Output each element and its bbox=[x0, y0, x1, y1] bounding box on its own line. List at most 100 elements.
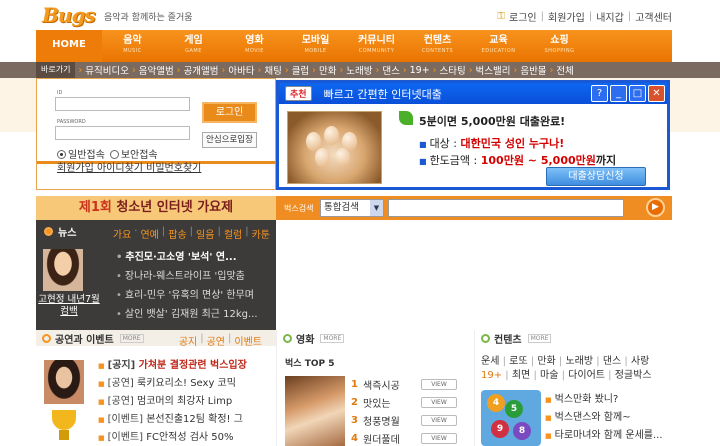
nav-game[interactable]: 게임 GAME bbox=[163, 30, 224, 62]
more-button[interactable]: MORE bbox=[527, 333, 552, 343]
news-item[interactable]: • 장나라-웨스트라이프 '입맞춤 bbox=[116, 267, 276, 286]
performance-thumbnail[interactable] bbox=[44, 360, 84, 404]
customer-center-link[interactable]: 고객센터 bbox=[635, 9, 672, 24]
search-input[interactable] bbox=[388, 199, 624, 217]
quick-link[interactable]: 음반몰 bbox=[520, 63, 546, 77]
news-thumbnail[interactable] bbox=[43, 249, 83, 291]
loan-ad-window[interactable]: 추천 빠르고 간편한 인터넷대출 ? _ □ ✕ 5분이면 5,000만원 대출… bbox=[276, 80, 670, 190]
separator: | bbox=[505, 370, 509, 381]
quick-link[interactable]: 만화 bbox=[319, 63, 336, 77]
list-item[interactable]: 1 색즉시공 VIEW bbox=[351, 375, 471, 393]
nav-movie[interactable]: 영화 MOVIE bbox=[224, 30, 285, 62]
contents-link[interactable]: 운세 bbox=[481, 356, 499, 367]
signup-link[interactable]: 회원가입 bbox=[548, 9, 585, 24]
quick-link[interactable]: 음악앨범 bbox=[139, 63, 174, 77]
list-item[interactable]: 2 맛있는 VIEW bbox=[351, 393, 471, 411]
quick-link[interactable]: 스타팅 bbox=[440, 63, 466, 77]
password-input[interactable] bbox=[55, 126, 190, 140]
help-icon[interactable]: ? bbox=[591, 85, 608, 102]
quick-link[interactable]: 전체 bbox=[556, 63, 573, 77]
news-item[interactable]: • 효리-민우 '유혹의 면상' 한무며 bbox=[116, 286, 276, 305]
news-tab[interactable]: 연예 bbox=[140, 226, 158, 241]
radio-normal[interactable]: 일반접속 bbox=[57, 146, 105, 161]
loan-apply-button[interactable]: 대출상담신청 bbox=[546, 167, 646, 186]
egg-shape bbox=[315, 148, 330, 167]
news-tab[interactable]: 카툰 bbox=[252, 226, 270, 241]
performance-events-panel: 공연과 이벤트 MORE 공지 | 공연 | 이벤트 ■ [공지] 가쳐분 결정관련 … bbox=[36, 330, 276, 446]
quick-link[interactable]: 벅스밸리 bbox=[476, 63, 511, 77]
contents-link[interactable]: 최면 bbox=[512, 370, 530, 381]
list-item[interactable]: ■ 타로마녀와 함께 운세를... bbox=[545, 427, 715, 445]
close-icon[interactable]: ✕ bbox=[648, 85, 665, 102]
nav-contents[interactable]: 컨텐츠 CONTENTS bbox=[407, 30, 468, 62]
festival-title: 청소년 인터넷 가요제 bbox=[116, 200, 234, 215]
more-button[interactable]: MORE bbox=[320, 333, 345, 343]
performance-tab[interactable]: 공지 bbox=[179, 333, 197, 348]
nav-music[interactable]: 음악 MUSIC bbox=[102, 30, 163, 62]
view-button[interactable]: VIEW bbox=[421, 396, 457, 408]
wallet-link[interactable]: 내지갑 bbox=[596, 9, 624, 24]
quick-link[interactable]: 댄스 bbox=[382, 63, 399, 77]
quick-link[interactable]: 노래방 bbox=[346, 63, 372, 77]
view-button[interactable]: VIEW bbox=[421, 432, 457, 444]
performance-tab[interactable]: 공연 bbox=[207, 333, 225, 348]
radio-secure[interactable]: 보안접속 bbox=[109, 146, 158, 161]
contents-link[interactable]: 다이어트 bbox=[568, 370, 605, 381]
account-links[interactable]: 회원가입 아이디찾기 비밀번호찾기 bbox=[57, 163, 217, 175]
quick-link[interactable]: 공개앨범 bbox=[184, 63, 219, 77]
festival-banner[interactable]: 제1회 청소년 인터넷 가요제 bbox=[36, 196, 276, 220]
quick-link[interactable]: 19+ bbox=[410, 65, 430, 76]
contents-link[interactable]: 마술 bbox=[540, 370, 558, 381]
contents-link[interactable]: 만화 bbox=[537, 356, 555, 367]
bullet: › bbox=[513, 64, 518, 76]
news-thumbnail-caption[interactable]: 고현정 내년7월 컴백 bbox=[36, 294, 102, 318]
list-item[interactable]: ■ 벅스만화 봤니? bbox=[545, 391, 715, 409]
login-button[interactable]: 로그인 bbox=[202, 102, 257, 123]
lotto-balls-image[interactable]: 4 5 9 8 bbox=[481, 390, 541, 446]
nav-mobile[interactable]: 모바일 MOBILE bbox=[285, 30, 346, 62]
separator: | bbox=[627, 11, 632, 22]
view-button[interactable]: VIEW bbox=[421, 414, 457, 426]
performance-tab[interactable]: 이벤트 bbox=[234, 333, 262, 348]
list-item[interactable]: ■ [공연] 룩키요리소! Sexy 코믹 bbox=[98, 375, 278, 393]
contents-link[interactable]: 댄스 bbox=[603, 356, 621, 367]
contents-link[interactable]: 사랑 bbox=[631, 356, 649, 367]
nav-sublabel: MOBILE bbox=[304, 48, 327, 54]
list-item[interactable]: ■ 벅스댄스와 함께~ bbox=[545, 409, 715, 427]
safe-login-button[interactable]: 안심으로입장 bbox=[202, 132, 257, 148]
contents-link[interactable]: 노래방 bbox=[565, 356, 593, 367]
view-button[interactable]: VIEW bbox=[421, 378, 457, 390]
minimize-icon[interactable]: _ bbox=[610, 85, 627, 102]
movie-poster[interactable] bbox=[285, 376, 345, 446]
more-button[interactable]: MORE bbox=[119, 333, 144, 343]
nav-home[interactable]: HOME bbox=[36, 30, 102, 62]
login-link[interactable]: 로그인 bbox=[509, 9, 537, 24]
news-item[interactable]: • 살인 뱃살' 김재원 최근 12kg... bbox=[116, 305, 276, 324]
list-item[interactable]: ■ [이벤트] FC안적성 검사 50% bbox=[98, 429, 278, 446]
contents-link[interactable]: 19+ bbox=[481, 370, 502, 381]
quick-link[interactable]: 뮤직비디오 bbox=[85, 63, 129, 77]
nav-shopping[interactable]: 쇼핑 SHOPPING bbox=[529, 30, 590, 62]
list-item[interactable]: ■ [이벤트] 본선진출12팀 확정! 그 bbox=[98, 411, 278, 429]
list-item[interactable]: ■ [공지] 가쳐분 결정관련 벅스입장 bbox=[98, 357, 278, 375]
bugs-logo[interactable]: Bugs bbox=[42, 3, 96, 27]
search-category-select[interactable]: 통합검색 ▼ bbox=[320, 199, 384, 217]
id-input[interactable] bbox=[55, 97, 190, 111]
nav-education[interactable]: 교육 EDUCATION bbox=[468, 30, 529, 62]
news-tab[interactable]: 컬럼 bbox=[224, 226, 242, 241]
news-tab[interactable]: 가요 bbox=[113, 226, 131, 241]
contents-link[interactable]: 정글박스 bbox=[615, 370, 652, 381]
maximize-icon[interactable]: □ bbox=[629, 85, 646, 102]
contents-link[interactable]: 로또 bbox=[509, 356, 527, 367]
search-go-button[interactable]: ▶ bbox=[646, 198, 665, 217]
news-item[interactable]: • 추진모·고소영 '보석' 연... bbox=[116, 248, 276, 267]
news-tab[interactable]: 팝송 bbox=[168, 226, 186, 241]
quick-link[interactable]: 클럽 bbox=[292, 63, 309, 77]
news-tab[interactable]: 일음 bbox=[196, 226, 214, 241]
quick-link[interactable]: 채팅 bbox=[264, 63, 281, 77]
quick-link[interactable]: 아바타 bbox=[228, 63, 254, 77]
nav-community[interactable]: 커뮤니티 COMMUNITY bbox=[346, 30, 407, 62]
list-item[interactable]: 3 청풍명월 VIEW bbox=[351, 411, 471, 429]
list-item[interactable]: ■ [공연] 멈코머의 최강자 Limp bbox=[98, 393, 278, 411]
list-item[interactable]: 4 원더풀데 VIEW bbox=[351, 429, 471, 446]
